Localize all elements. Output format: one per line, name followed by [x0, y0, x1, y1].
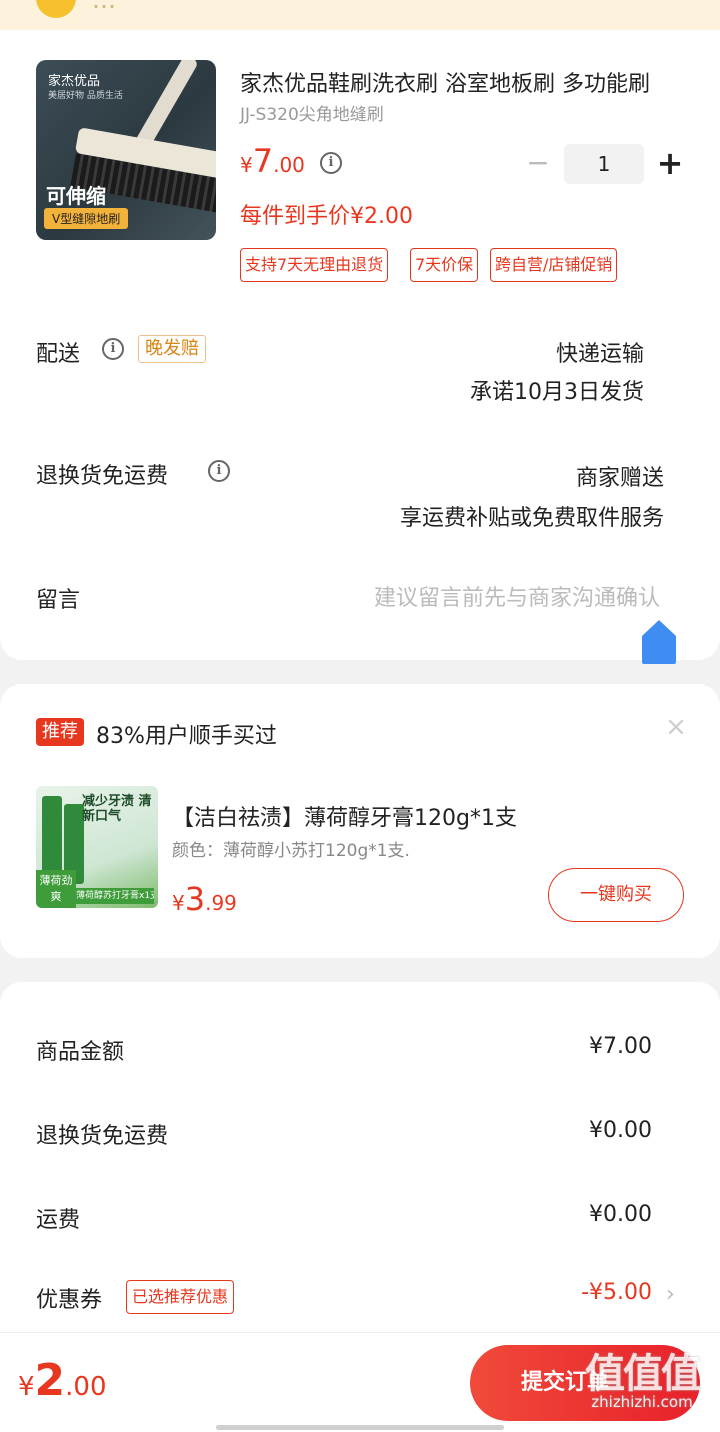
total-decimal: .00 — [65, 1372, 107, 1402]
message-label: 留言 — [36, 588, 81, 613]
image-brand-subtext: 美居好物 品质生活 — [48, 91, 123, 101]
quantity-input[interactable]: 1 — [564, 144, 644, 184]
product-spec: JJ-S320尖角地缝刷 — [240, 105, 384, 125]
recommendation-product-spec: 颜色：薄荷醇小苏打120g*1支. — [172, 841, 410, 861]
price-decimal: .00 — [273, 153, 305, 177]
product-price: ¥7.00 — [240, 142, 305, 180]
product-image[interactable]: 家杰优品 美居好物 品质生活 可伸缩 V型缝隙地刷 — [36, 60, 216, 240]
return-shipping-provider: 商家赠送 — [575, 466, 664, 491]
image-tag-sub: V型缝隙地刷 — [44, 208, 129, 229]
service-tag-price-protect: 7天价保 — [410, 248, 479, 282]
recommendation-card: 推荐 83%用户顺手买过 × 减少牙渍 清新口气 薄荷劲爽 薄荷醇苏打牙膏x1支… — [0, 684, 720, 958]
service-tag-promo: 跨自营/店铺促销 — [490, 248, 618, 282]
banner-text: … — [92, 0, 116, 14]
recommendation-product-name[interactable]: 【洁白祛渍】薄荷醇牙膏120g*1支 — [172, 800, 517, 832]
total-price: ¥2.00 — [18, 1355, 107, 1406]
recommendation-product-image[interactable]: 减少牙渍 清新口气 薄荷劲爽 薄荷醇苏打牙膏x1支 — [36, 786, 158, 908]
summary-label-coupon: 优惠券 — [36, 1288, 103, 1313]
delivery-info-icon[interactable]: i — [102, 338, 124, 360]
message-input[interactable]: 建议留言前先与商家沟通确认 — [374, 580, 660, 612]
summary-value-goods: ¥7.00 — [589, 1034, 652, 1059]
summary-label-return-shipping: 退换货免运费 — [36, 1124, 169, 1149]
summary-label-shipping: 运费 — [36, 1208, 81, 1233]
watermark-url: zhizhizhi.com — [591, 1393, 693, 1411]
image-brand-text: 家杰优品 — [48, 74, 101, 89]
delivery-promise: 承诺10月3日发货 — [470, 380, 644, 405]
late-compensation-tag: 晚发赔 — [138, 335, 206, 363]
summary-value-coupon[interactable]: -¥5.00 — [581, 1280, 652, 1305]
home-float-icon[interactable] — [640, 618, 678, 666]
return-shipping-info-icon[interactable]: i — [208, 460, 230, 482]
summary-value-shipping: ¥0.00 — [589, 1202, 652, 1227]
total-integer: 2 — [34, 1355, 66, 1406]
close-icon[interactable]: × — [664, 712, 688, 742]
summary-value-return-shipping: ¥0.00 — [589, 1118, 652, 1143]
top-banner: … — [0, 0, 720, 30]
coupon-tag: 已选推荐优惠 — [126, 1280, 235, 1314]
price-info-icon[interactable]: i — [320, 152, 342, 174]
image-strip-text: 薄荷醇苏打牙膏x1支 — [76, 888, 154, 904]
watermark-logo: 值值值 zhizhizhi.com — [568, 1341, 716, 1411]
home-indicator[interactable] — [216, 1425, 504, 1430]
total-currency: ¥ — [18, 1372, 35, 1402]
chevron-right-icon[interactable]: › — [666, 1282, 675, 1307]
quantity-plus-button[interactable]: + — [656, 144, 684, 184]
recommendation-price: ¥3.99 — [172, 880, 237, 918]
reco-price-currency: ¥ — [172, 891, 185, 915]
recommendation-title: 83%用户顺手买过 — [96, 724, 277, 749]
bottom-bar: ¥2.00 提交订单 值值值 zhizhizhi.com — [0, 1332, 720, 1432]
product-card: 家杰优品 美居好物 品质生活 可伸缩 V型缝隙地刷 家杰优品鞋刷洗衣刷 浴室地板… — [0, 30, 720, 664]
delivery-label: 配送 — [36, 342, 81, 367]
one-click-buy-button[interactable]: 一键购买 — [548, 868, 684, 922]
summary-label-goods: 商品金额 — [36, 1040, 125, 1065]
toothpaste-tube-graphic — [42, 796, 62, 876]
price-currency: ¥ — [240, 153, 253, 177]
quantity-minus-button[interactable]: − — [526, 146, 550, 182]
product-title[interactable]: 家杰优品鞋刷洗衣刷 浴室地板刷 多功能刷 — [240, 66, 680, 98]
delivery-method[interactable]: 快递运输 — [556, 336, 644, 368]
reco-price-integer: 3 — [184, 880, 206, 918]
return-shipping-label: 退换货免运费 — [36, 464, 169, 489]
image-corner-tag: 薄荷劲爽 — [36, 870, 76, 908]
price-integer: 7 — [252, 142, 274, 180]
watermark-text: 值值值 — [585, 1351, 701, 1397]
each-price-text: 每件到手价¥2.00 — [240, 204, 413, 229]
image-tag-main: 可伸缩 — [46, 184, 106, 208]
image-slogan: 减少牙渍 清新口气 — [82, 794, 152, 824]
coin-icon — [36, 0, 76, 18]
service-tag-return: 支持7天无理由退货 — [240, 248, 389, 282]
recommend-badge: 推荐 — [36, 718, 84, 746]
reco-price-decimal: .99 — [205, 891, 237, 915]
return-shipping-desc: 享运费补贴或免费取件服务 — [399, 506, 664, 531]
